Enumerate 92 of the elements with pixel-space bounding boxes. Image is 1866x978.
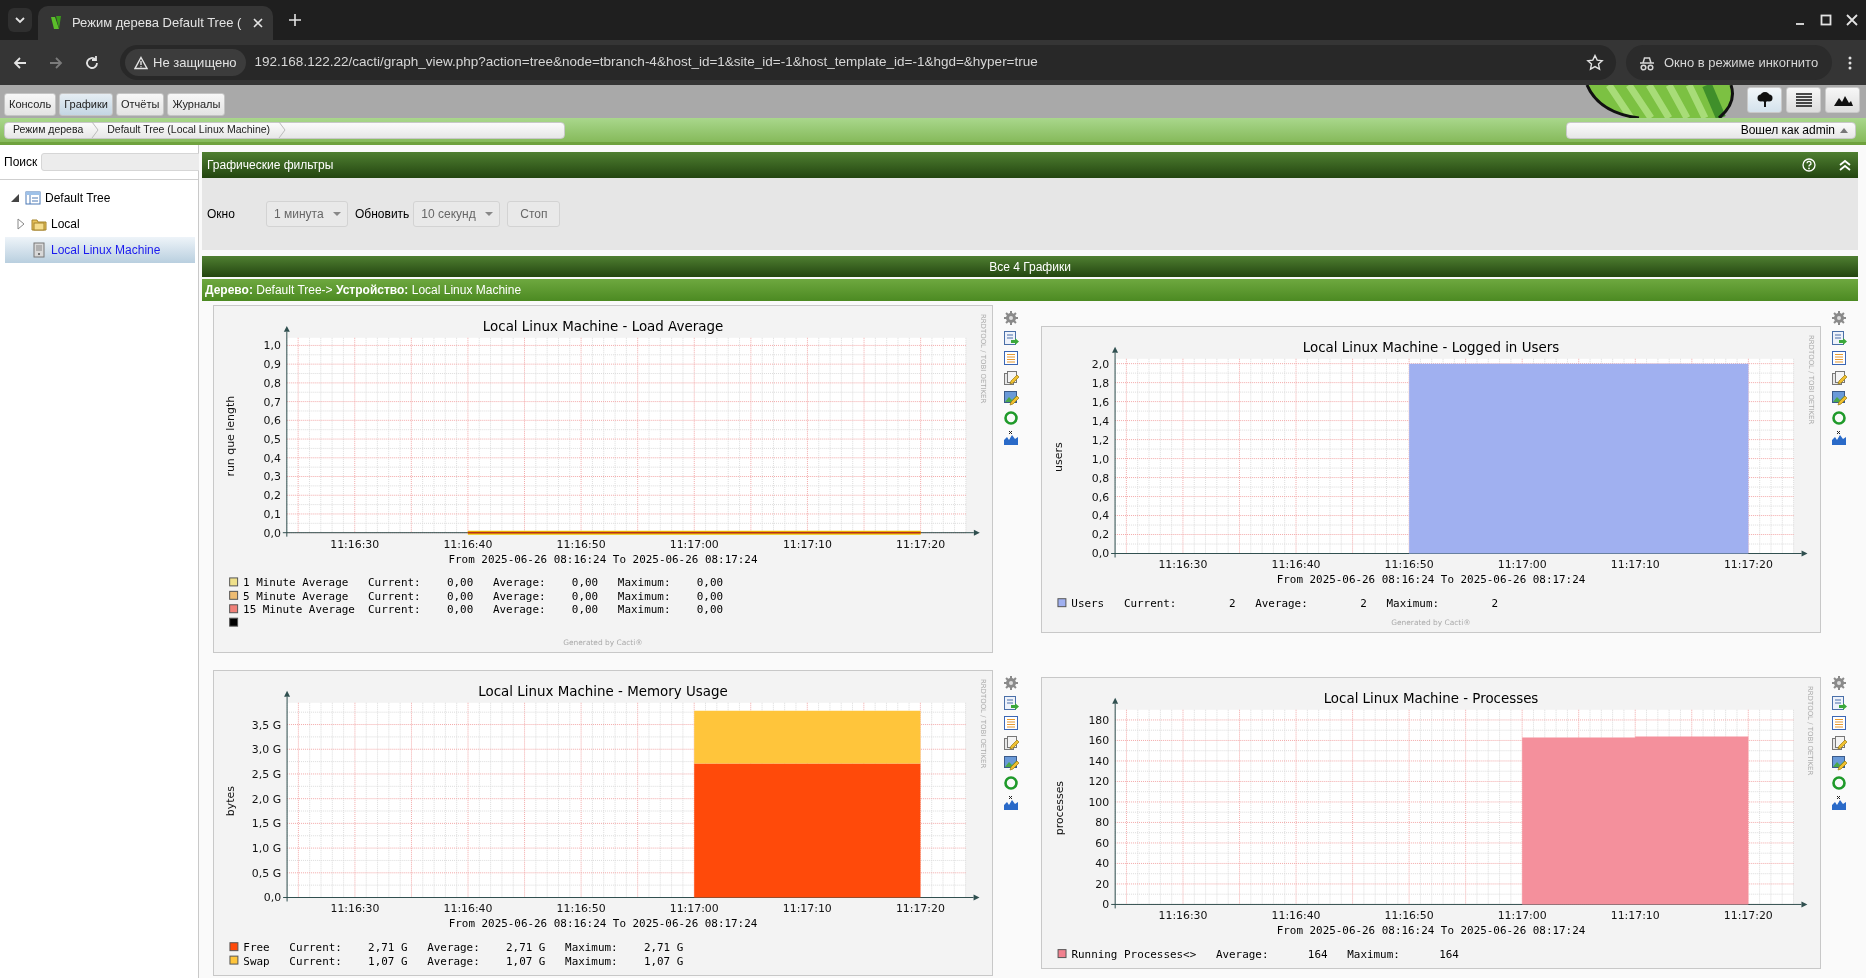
axis-tick-label: 3,0 G: [251, 743, 282, 757]
axis-tick-label: 2,0: [1091, 357, 1110, 371]
chart-title: Local Linux Machine - Memory Usage: [478, 683, 728, 699]
axis-tick-label: 180: [1088, 713, 1110, 727]
axis-tick-label: 100: [1088, 795, 1110, 809]
axis-tick-label: 0,8: [263, 376, 281, 390]
axis-tick-label: 120: [1088, 775, 1110, 789]
axis-tick-label: 0,0: [263, 891, 282, 905]
axis-tick-label: 1,5 G: [251, 817, 282, 831]
panel-title: Графические фильтры: [207, 157, 334, 174]
legend-entry: 1 Minute Average Current: 0,00 Average: 0,00 Maximum: 0,00: [243, 576, 724, 590]
axis-tick-label: 11:16:40: [1271, 557, 1321, 571]
time-range: From 2025-06-26 08:16:24 To 2025-06-26 08:17:24: [448, 917, 758, 931]
axis-tick-label: 60: [1095, 836, 1110, 850]
axis-tick-label: 0,1: [263, 507, 281, 521]
axis-tick-label: 1,6: [1091, 395, 1110, 409]
time-range: From 2025-06-26 08:16:24 To 2025-06-26 08:17:24: [448, 552, 758, 566]
axis-tick-label: 1,2: [1091, 433, 1110, 447]
axis-label: processes: [1052, 780, 1066, 836]
axis-tick-label: 0,0: [1091, 547, 1110, 560]
axis-tick-label: 11:17:20: [896, 537, 946, 551]
axis-tick-label: 0,6: [263, 414, 281, 428]
axis-tick-label: 80: [1095, 816, 1110, 830]
axis-tick-label: 11:16:40: [443, 537, 493, 551]
legend-entry: Running Processes<> Average: 164 Maximum: 164: [1071, 948, 1459, 962]
axis-tick-label: 11:16:50: [556, 537, 606, 551]
axis-tick-label: 40: [1095, 857, 1110, 871]
legend-entry: Users Current: 2 Average: 2 Maximum: 2: [1071, 596, 1499, 610]
axis-tick-label: 0,7: [263, 395, 281, 409]
search-label: Поиск: [4, 154, 38, 171]
axis-label: run que length: [224, 395, 238, 477]
axis-tick-label: 11:16:40: [1271, 909, 1321, 923]
axis-tick-label: 1,0: [263, 339, 281, 353]
axis-tick-label: 11:16:50: [556, 902, 606, 916]
field-label: Окно: [207, 206, 236, 223]
axis-tick-label: 0,2: [1091, 528, 1110, 541]
axis-tick-label: 11:17:10: [1610, 557, 1660, 571]
axis-tick-label: 11:17:10: [782, 902, 832, 916]
axis-tick-label: 11:17:00: [669, 902, 719, 916]
security-label: Не защищено: [153, 53, 237, 72]
tree-path: Дерево: Default Tree-> Устройство: Local Linux Machine: [205, 282, 522, 299]
axis-tick-label: 20: [1095, 877, 1110, 891]
axis-tick-label: 160: [1088, 734, 1110, 748]
axis-tick-label: 0,5: [263, 433, 281, 447]
axis-tick-label: 11:17:10: [1610, 909, 1660, 923]
axis-tick-label: 1,8: [1091, 376, 1110, 390]
axis-tick-label: 2,0 G: [251, 792, 282, 806]
axis-tick-label: 1,0: [1091, 452, 1110, 466]
axis-tick-label: 1,4: [1091, 414, 1110, 428]
axis-tick-label: 11:16:50: [1384, 909, 1434, 923]
axis-tick-label: 140: [1088, 754, 1110, 768]
axis-label: users: [1052, 441, 1066, 472]
axis-label: bytes: [224, 786, 238, 817]
axis-tick-label: 11:17:20: [1723, 909, 1773, 923]
axis-tick-label: 11:16:30: [330, 902, 380, 916]
legend-entry: Free Current: 2,71 G Average: 2,71 G Maximum: 2,71 G: [243, 941, 684, 955]
axis-tick-label: 0,5 G: [251, 866, 282, 880]
axis-tick-label: 11:17:00: [1497, 909, 1547, 923]
axis-tick-label: 0,6: [1091, 490, 1110, 503]
axis-tick-label: 0,3: [263, 470, 281, 484]
axis-tick-label: 11:17:20: [1723, 557, 1773, 571]
axis-tick-label: 1,0 G: [251, 842, 282, 856]
axis-tick-label: 11:17:00: [669, 537, 719, 551]
chart-title: Local Linux Machine - Load Average: [482, 318, 724, 334]
axis-tick-label: 2,5 G: [251, 767, 282, 781]
tab-title: Режим дерева Default Tree (: [72, 14, 243, 33]
axis-tick-label: 11:17:10: [782, 537, 832, 551]
axis-tick-label: 0: [1102, 898, 1110, 912]
axis-tick-label: 11:17:20: [895, 902, 945, 916]
chart-title: Local Linux Machine - Processes: [1323, 690, 1539, 706]
axis-tick-label: 11:17:00: [1497, 557, 1547, 571]
chart-title: Local Linux Machine - Logged in Users: [1302, 339, 1560, 355]
field-label: Обновить: [355, 206, 410, 223]
axis-tick-label: 11:16:30: [330, 537, 380, 551]
axis-tick-label: 0,9: [263, 358, 281, 372]
url-text: 192.168.122.22/cacti/graph_view.php?action=tree&node=tbranch-4&host_id=1&site_id=-1&host_template_id=-1&hgd=&hyper=true: [254, 53, 1039, 72]
time-range: From 2025-06-26 08:16:24 To 2025-06-26 08:17:24: [1276, 572, 1586, 586]
axis-tick-label: 11:16:50: [1384, 557, 1434, 571]
axis-tick-label: 0,8: [1091, 471, 1110, 485]
axis-tick-label: 3,5 G: [251, 718, 282, 732]
legend-entry: Swap Current: 1,07 G Average: 1,07 G Maximum: 1,07 G: [243, 954, 684, 968]
graphs-header: Все 4 Графики: [202, 256, 1858, 277]
legend-entry: 5 Minute Average Current: 0,00 Average: 0,00 Maximum: 0,00: [243, 589, 724, 603]
axis-tick-label: 11:16:40: [443, 902, 493, 916]
axis-tick-label: 0,4: [263, 451, 281, 465]
axis-tick-label: 0,0: [263, 526, 281, 540]
axis-tick-label: 0,2: [263, 489, 281, 503]
legend-entry: 15 Minute Average Current: 0,00 Average: 0,00 Maximum: 0,00: [243, 603, 724, 617]
axis-tick-label: 0,4: [1091, 509, 1110, 522]
time-range: From 2025-06-26 08:16:24 To 2025-06-26 08:17:24: [1276, 924, 1586, 938]
axis-tick-label: 11:16:30: [1158, 909, 1208, 923]
axis-tick-label: 11:16:30: [1158, 557, 1208, 571]
